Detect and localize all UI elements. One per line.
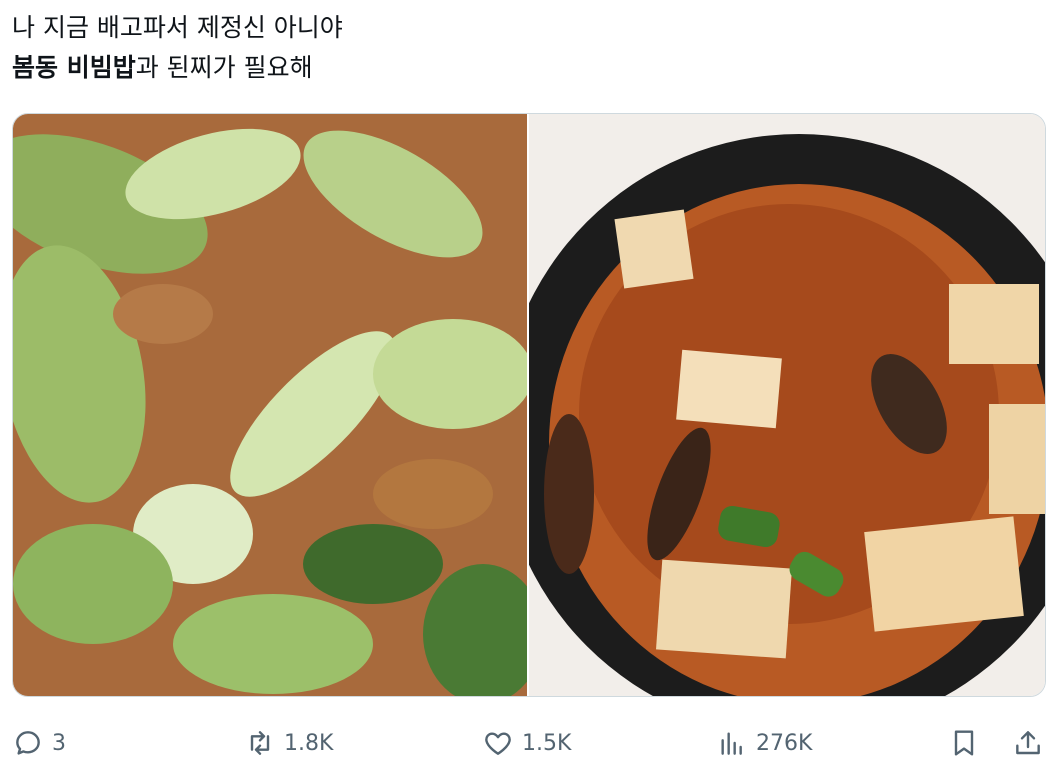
tweet-line-1: 나 지금 배고파서 제정신 아니야 <box>12 13 343 42</box>
tweet-line-2: 봄동 비빔밥과 된찌가 필요해 <box>12 48 1012 88</box>
tweet-text: 나 지금 배고파서 제정신 아니야 봄동 비빔밥과 된찌가 필요해 <box>12 8 1012 88</box>
retweet-icon <box>250 731 270 755</box>
reply-count: 3 <box>52 730 66 756</box>
like-count: 1.5K <box>522 730 572 756</box>
views-count: 276K <box>756 730 813 756</box>
bibimbap-photo[interactable] <box>13 114 527 696</box>
views-button[interactable]: 276K <box>716 718 812 768</box>
jjigae-photo[interactable] <box>529 114 1045 696</box>
views-icon <box>721 732 742 755</box>
retweet-count: 1.8K <box>284 730 334 756</box>
tweet-media <box>12 113 1046 697</box>
like-button[interactable]: 1.5K <box>482 718 571 768</box>
share-icon <box>1016 731 1040 755</box>
reply-button[interactable]: 3 <box>12 718 66 768</box>
share-button[interactable] <box>1012 718 1044 768</box>
tweet-line-2-bold: 봄동 비빔밥 <box>12 53 136 82</box>
reply-icon <box>16 731 40 755</box>
tweet-line-2-rest: 과 된찌가 필요해 <box>135 53 313 82</box>
retweet-button[interactable]: 1.8K <box>244 718 333 768</box>
like-icon <box>485 732 511 755</box>
tweet-actions: 3 1.8K 1.5K 276K <box>0 718 1062 768</box>
bookmark-icon <box>954 730 974 756</box>
bookmark-button[interactable] <box>948 718 980 768</box>
